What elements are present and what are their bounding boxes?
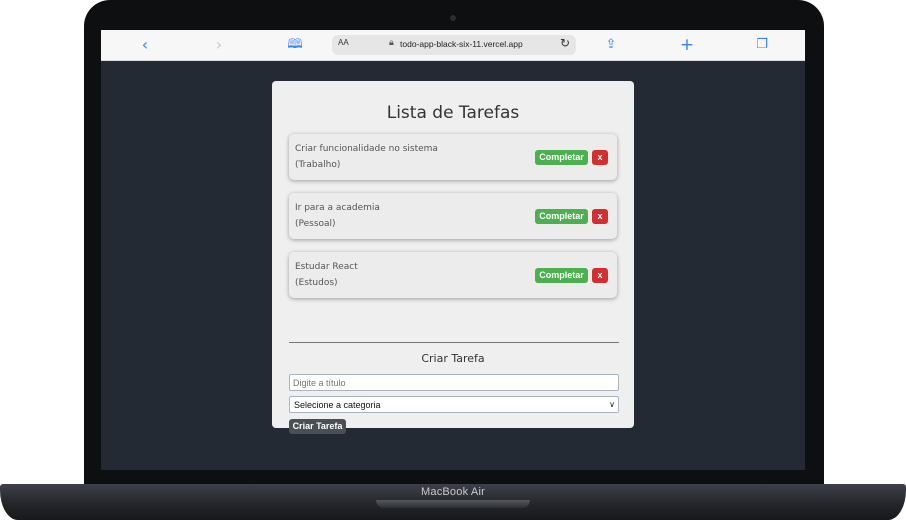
task-category: (Trabalho) <box>295 160 341 170</box>
reload-icon[interactable]: ↻ <box>560 36 570 50</box>
task-title: Ir para a academia <box>295 203 380 213</box>
share-icon[interactable]: ⇪ <box>601 35 621 55</box>
task-title-input[interactable] <box>289 374 619 391</box>
chevron-down-icon: ∨ <box>609 400 615 409</box>
create-task-button[interactable]: Criar Tarefa <box>289 419 346 434</box>
chevron-left-icon[interactable]: ‹ <box>135 35 155 55</box>
chevron-right-icon[interactable]: › <box>209 35 229 55</box>
task-item: Criar funcionalidade no sistema (Trabalh… <box>289 134 617 180</box>
tabs-icon[interactable]: ❐ <box>752 35 772 55</box>
delete-button[interactable]: x <box>592 209 608 224</box>
screen: ‹ › 🕮 AA 🔒︎ todo-app-black-six-11.vercel… <box>101 30 805 470</box>
divider <box>289 342 619 343</box>
delete-button[interactable]: x <box>592 150 608 165</box>
task-category: (Pessoal) <box>295 219 336 229</box>
task-title: Criar funcionalidade no sistema <box>295 144 438 154</box>
task-category: (Estudos) <box>295 278 338 288</box>
delete-button[interactable]: x <box>592 268 608 283</box>
task-title: Estudar React <box>295 262 358 272</box>
book-icon[interactable]: 🕮 <box>285 35 305 55</box>
complete-button[interactable]: Completar <box>535 209 588 224</box>
camera <box>450 15 456 21</box>
lock-icon: 🔒︎ <box>389 38 394 48</box>
plus-icon[interactable]: + <box>677 35 697 55</box>
complete-button[interactable]: Completar <box>535 268 588 283</box>
complete-button[interactable]: Completar <box>535 150 588 165</box>
task-item: Ir para a academia (Pessoal) Completar x <box>289 193 617 239</box>
text-size-button[interactable]: AA <box>338 38 349 47</box>
page-title: Lista de Tarefas <box>386 103 520 123</box>
todo-app-card: Lista de Tarefas Criar funcionalidade no… <box>272 81 634 434</box>
category-select-value: Selecione a categoria <box>294 400 381 410</box>
device-label: MacBook Air <box>421 486 485 498</box>
browser-toolbar: ‹ › 🕮 AA 🔒︎ todo-app-black-six-11.vercel… <box>101 30 805 61</box>
laptop-notch <box>376 500 530 508</box>
task-item: Estudar React (Estudos) Completar x <box>289 252 617 298</box>
address-bar[interactable]: AA 🔒︎ todo-app-black-six-11.vercel.app ↻ <box>332 35 576 55</box>
category-select[interactable]: Selecione a categoria ∨ <box>289 396 619 413</box>
form-title: Criar Tarefa <box>421 352 485 365</box>
url-text: todo-app-black-six-11.vercel.app <box>400 39 523 49</box>
